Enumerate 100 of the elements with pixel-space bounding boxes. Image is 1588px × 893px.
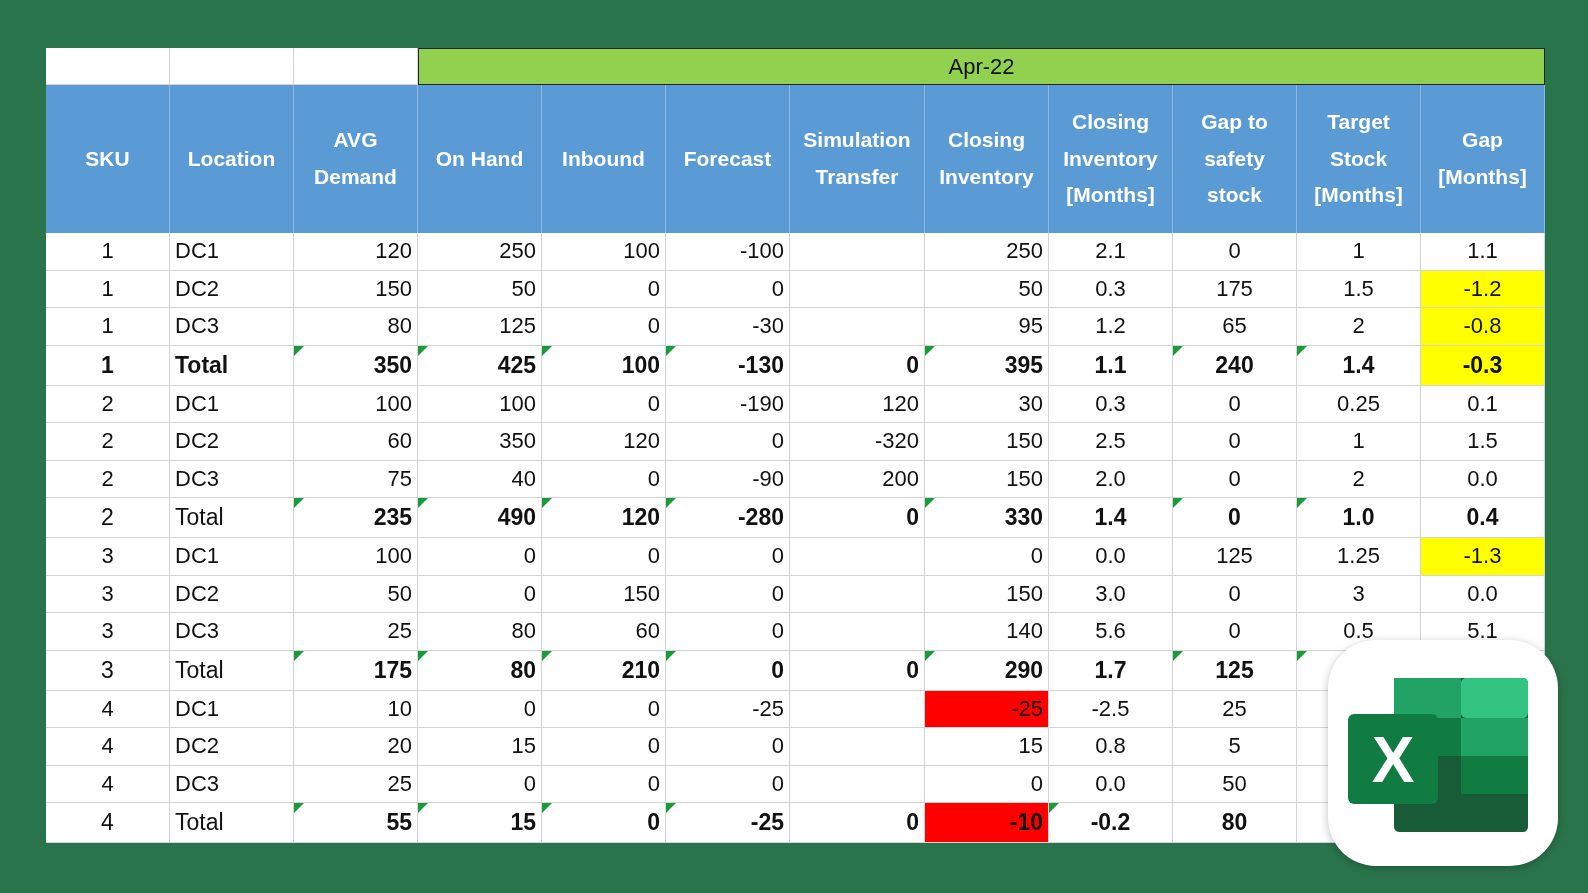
table-cell: 0 <box>418 538 542 576</box>
table-cell: 40 <box>418 460 542 498</box>
column-header: AVG Demand <box>294 85 418 233</box>
table-cell: 50 <box>1173 765 1297 803</box>
column-header: Target Stock [Months] <box>1297 85 1421 233</box>
table-cell: 80 <box>1173 803 1297 843</box>
table-cell: -1.2 <box>1421 270 1545 308</box>
table-cell: 0 <box>418 765 542 803</box>
table-cell: 0 <box>542 385 666 423</box>
table-cell: 125 <box>1173 538 1297 576</box>
table-cell: 55 <box>294 803 418 843</box>
table-cell: -280 <box>666 498 790 538</box>
table-cell: -25 <box>666 803 790 843</box>
table-cell: 0.3 <box>1049 270 1173 308</box>
table-cell: 25 <box>1173 690 1297 728</box>
table-cell: 5 <box>1173 728 1297 766</box>
table-cell: 0 <box>542 690 666 728</box>
table-cell: 150 <box>542 575 666 613</box>
table-cell: 0 <box>1173 385 1297 423</box>
table-cell: 150 <box>925 423 1049 461</box>
column-header: Location <box>170 85 294 233</box>
table-cell: 290 <box>925 650 1049 691</box>
table-cell: 2.5 <box>1049 423 1173 461</box>
table-cell: 250 <box>418 233 542 271</box>
table-cell: 5.6 <box>1049 613 1173 651</box>
table-cell: 0 <box>1173 423 1297 461</box>
table-cell: 25 <box>294 613 418 651</box>
table-cell: 1.4 <box>1049 498 1173 538</box>
table-cell: 150 <box>925 575 1049 613</box>
table-cell: -25 <box>666 690 790 728</box>
table-cell: 235 <box>294 498 418 538</box>
table-cell: 0 <box>1173 233 1297 271</box>
table-cell: 0 <box>542 270 666 308</box>
table-cell: 0 <box>790 650 925 691</box>
table-cell: 1.1 <box>1421 233 1545 271</box>
table-cell: -190 <box>666 385 790 423</box>
table-cell: 0.8 <box>1049 728 1173 766</box>
table-cell: 4 <box>46 728 170 766</box>
table-cell: 0 <box>542 538 666 576</box>
table-cell: 120 <box>294 233 418 271</box>
table-cell: DC2 <box>170 728 294 766</box>
table-cell: 2 <box>46 498 170 538</box>
table-cell: DC2 <box>170 575 294 613</box>
table-cell: 0.0 <box>1049 538 1173 576</box>
table-cell: 0 <box>666 270 790 308</box>
table-cell: 95 <box>925 308 1049 346</box>
column-header: Forecast <box>666 85 790 233</box>
column-header: Gap [Months] <box>1421 85 1545 233</box>
table-cell: 0 <box>790 498 925 538</box>
table-cell: 0 <box>790 345 925 386</box>
table-cell: 2.1 <box>1049 233 1173 271</box>
table-cell: 2 <box>1297 308 1421 346</box>
table-cell: 65 <box>1173 308 1297 346</box>
table-cell: 0 <box>666 423 790 461</box>
table-cell: 0 <box>542 765 666 803</box>
table-cell: 4 <box>46 765 170 803</box>
table-cell: -90 <box>666 460 790 498</box>
table-cell: 2 <box>46 385 170 423</box>
table-cell: DC2 <box>170 423 294 461</box>
table-cell: 1.25 <box>1297 538 1421 576</box>
table-cell: 1 <box>1297 233 1421 271</box>
table-cell: 0 <box>1173 613 1297 651</box>
table-cell: 50 <box>418 270 542 308</box>
table-cell: -30 <box>666 308 790 346</box>
table-cell: 0 <box>666 650 790 691</box>
table-cell: -0.3 <box>1421 345 1545 386</box>
table-cell: 1 <box>46 308 170 346</box>
table-cell: 0.1 <box>1421 385 1545 423</box>
table-cell: 0 <box>542 803 666 843</box>
table-cell: 1 <box>1297 423 1421 461</box>
table-cell: 350 <box>294 345 418 386</box>
column-header: Gap to safety stock <box>1173 85 1297 233</box>
table-cell: DC2 <box>170 270 294 308</box>
table-cell: 490 <box>418 498 542 538</box>
table-cell: 15 <box>925 728 1049 766</box>
table-cell: 120 <box>542 423 666 461</box>
table-cell: 250 <box>925 233 1049 271</box>
table-cell: 0 <box>925 765 1049 803</box>
table-cell: 1.7 <box>1049 650 1173 691</box>
table-cell: 125 <box>418 308 542 346</box>
table-cell: 1.5 <box>1421 423 1545 461</box>
table-cell: 3 <box>46 575 170 613</box>
table-cell: 140 <box>925 613 1049 651</box>
table-cell: 3 <box>46 650 170 691</box>
table-cell: 1.0 <box>1297 498 1421 538</box>
table-cell: 3 <box>46 613 170 651</box>
table-cell: 100 <box>294 538 418 576</box>
table-cell: 1.4 <box>1297 345 1421 386</box>
column-header: Closing Inventory <box>925 85 1049 233</box>
table-cell: 0.0 <box>1421 575 1545 613</box>
table-cell: Total <box>170 650 294 691</box>
table-cell: DC1 <box>170 233 294 271</box>
column-header: SKU <box>46 85 170 233</box>
table-cell: 350 <box>418 423 542 461</box>
table-cell: 0 <box>666 575 790 613</box>
column-header: On Hand <box>418 85 542 233</box>
table-cell: DC1 <box>170 538 294 576</box>
table-cell: 100 <box>294 385 418 423</box>
table-cell: DC3 <box>170 460 294 498</box>
table-cell: -1.3 <box>1421 538 1545 576</box>
